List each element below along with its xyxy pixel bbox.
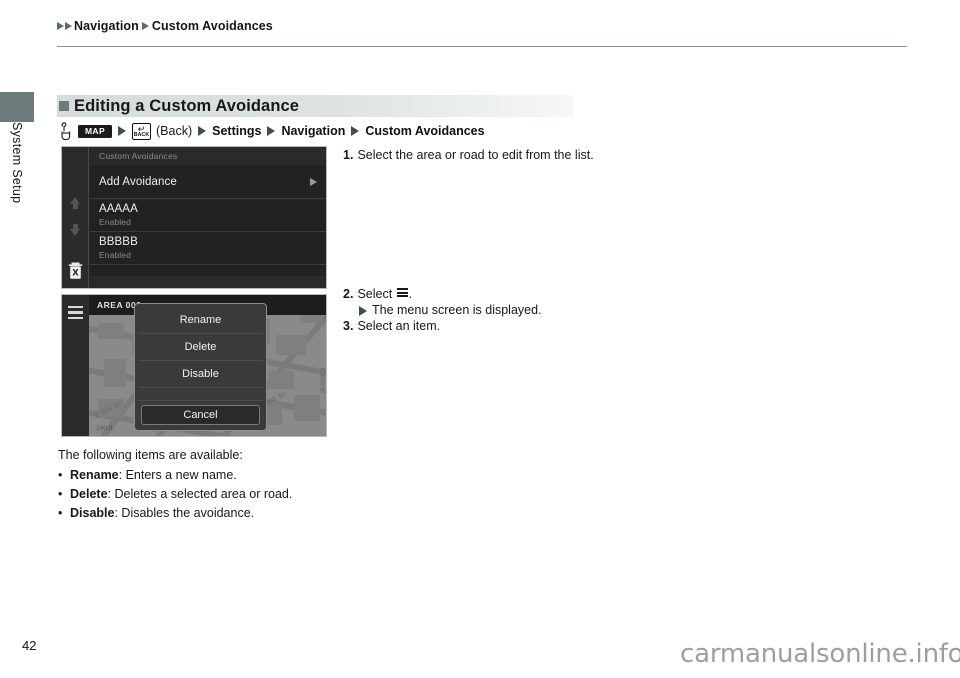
breadcrumb-triangle-icon	[65, 22, 72, 30]
available-items-lead: The following items are available:	[58, 448, 243, 462]
list-header: Custom Avoidances	[90, 147, 326, 165]
item-desc: : Deletes a selected area or road.	[107, 487, 293, 501]
item-term: Delete	[70, 487, 108, 501]
path-triangle-icon	[198, 126, 207, 136]
step-number: 3.	[343, 319, 354, 333]
navigation-path: MAP ↵ BACK (Back) Settings Navigation Cu…	[59, 122, 485, 140]
scroll-up-icon[interactable]	[70, 197, 80, 209]
side-tab-label: System Setup	[0, 122, 34, 272]
path-item-settings[interactable]: Settings	[212, 124, 261, 138]
menu-cancel-button[interactable]: Cancel	[141, 405, 260, 425]
menu-spacer	[138, 388, 263, 401]
instruction-steps: 1. Select the area or road to edit from …	[343, 147, 673, 334]
steps-gap	[343, 163, 673, 286]
screen1-side-rail: X	[62, 147, 89, 288]
menu-item-rename[interactable]: Rename	[138, 307, 263, 334]
step-text: Select the area or road to edit from the…	[357, 148, 594, 162]
back-paren-label: (Back)	[156, 124, 193, 138]
header-divider	[57, 46, 907, 47]
side-tab-marker	[0, 92, 34, 122]
map-side-rail	[62, 295, 89, 436]
list-item: • Delete: Deletes a selected area or roa…	[58, 485, 478, 504]
bullet-icon: •	[58, 506, 63, 520]
breadcrumb-item-navigation[interactable]: Navigation	[74, 19, 139, 33]
page-number: 42	[22, 638, 37, 653]
path-triangle-icon	[118, 126, 126, 136]
bullet-icon: •	[58, 468, 63, 482]
map-button[interactable]: MAP	[78, 124, 112, 138]
list-footer-bar	[90, 276, 326, 288]
item-desc: : Disables the avoidance.	[114, 506, 255, 520]
list-item-status: Enabled	[99, 217, 131, 227]
list-item-bbbbb[interactable]: BBBBB Enabled	[90, 232, 326, 265]
step2-prefix: Select	[357, 287, 393, 301]
bullet-icon: •	[58, 487, 63, 501]
section-heading: Editing a Custom Avoidance	[57, 95, 574, 117]
list-item: • Rename: Enters a new name.	[58, 466, 478, 485]
item-term: Rename	[70, 468, 119, 482]
svg-text:X: X	[72, 268, 79, 278]
available-items-section: The following items are available: • Ren…	[58, 446, 478, 523]
list-item: • Disable: Disables the avoidance.	[58, 504, 478, 523]
breadcrumb: Navigation Custom Avoidances	[57, 19, 273, 33]
page-title: Editing a Custom Avoidance	[74, 96, 300, 115]
path-triangle-icon	[267, 126, 276, 136]
context-menu-popup: Rename Delete Disable Cancel	[134, 303, 267, 431]
navigation-screen-list: X Custom Avoidances Add Avoidance AAAAA …	[61, 146, 327, 289]
section-bullet-icon	[59, 101, 69, 111]
step-number: 1.	[343, 148, 354, 162]
step-result-text: The menu screen is displayed.	[372, 303, 542, 317]
map-scale-label: 100 ft	[96, 425, 113, 432]
list-item-label: BBBBB	[99, 236, 138, 248]
trash-delete-icon[interactable]: X	[67, 261, 84, 280]
hamburger-menu-icon[interactable]	[68, 306, 83, 322]
path-item-custom-avoidances[interactable]: Custom Avoidances	[365, 124, 484, 138]
result-triangle-icon	[359, 306, 367, 316]
map-street-label: Central	[318, 367, 326, 394]
item-desc: : Enters a new name.	[118, 468, 237, 482]
step-2: 2. Select .	[343, 286, 673, 302]
step-3: 3. Select an item.	[343, 318, 673, 334]
step2-suffix: .	[408, 287, 413, 301]
step-1: 1. Select the area or road to edit from …	[343, 147, 673, 163]
watermark: carmanualsonline.info	[680, 639, 960, 669]
list-item-aaaaa[interactable]: AAAAA Enabled	[90, 199, 326, 232]
breadcrumb-triangle-icon	[57, 22, 64, 30]
scroll-down-icon[interactable]	[70, 224, 80, 236]
list-item-label: AAAAA	[99, 203, 138, 215]
step-text: Select an item.	[357, 319, 441, 333]
side-tab-label-text: System Setup	[10, 122, 24, 204]
breadcrumb-triangle-icon	[141, 22, 149, 30]
step-2-result: The menu screen is displayed.	[359, 302, 673, 318]
hand-pointer-icon	[61, 122, 71, 140]
step-number: 2.	[343, 287, 354, 301]
breadcrumb-item-custom-avoidances[interactable]: Custom Avoidances	[152, 19, 273, 33]
list-item-status: Enabled	[99, 250, 131, 260]
path-triangle-icon	[351, 126, 360, 136]
custom-avoidances-list: Custom Avoidances Add Avoidance AAAAA En…	[90, 147, 326, 288]
menu-item-delete[interactable]: Delete	[138, 334, 263, 361]
step-text: Select .	[357, 286, 412, 302]
item-term: Disable	[70, 506, 115, 520]
hamburger-menu-icon	[396, 288, 408, 299]
back-button-label: BACK	[133, 131, 150, 138]
menu-item-disable[interactable]: Disable	[138, 361, 263, 388]
path-item-navigation[interactable]: Navigation	[281, 124, 345, 138]
chevron-right-icon	[310, 177, 317, 186]
navigation-screen-map-menu: E-1st St E-3rd St Central E-5th St 100 f…	[61, 294, 327, 437]
list-item-label: Add Avoidance	[99, 175, 177, 188]
back-button[interactable]: ↵ BACK	[132, 122, 151, 140]
list-item-add-avoidance[interactable]: Add Avoidance	[90, 165, 326, 199]
